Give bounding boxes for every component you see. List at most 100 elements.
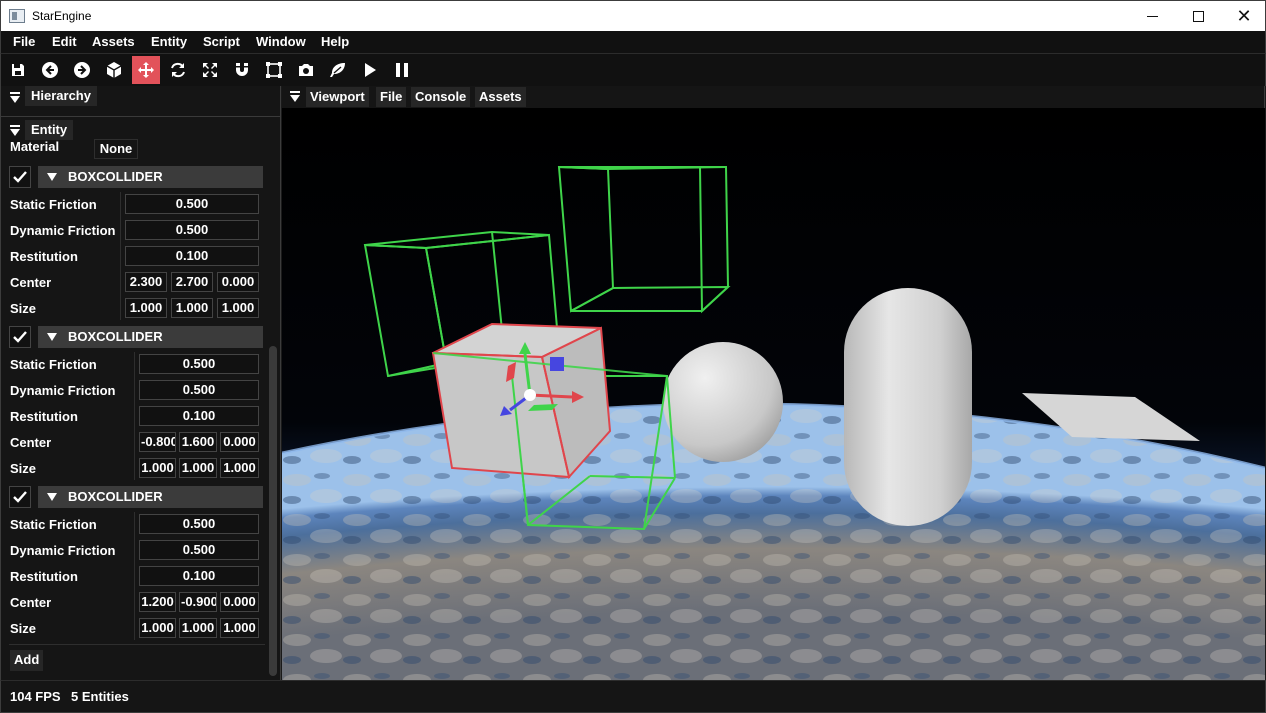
hierarchy-collapse-icon[interactable] xyxy=(10,92,20,103)
component-enabled-checkbox[interactable] xyxy=(9,166,31,188)
move-icon xyxy=(138,62,154,78)
environment-button[interactable] xyxy=(324,56,352,84)
static-friction-field[interactable]: 0.500 xyxy=(139,514,259,534)
menu-entity[interactable]: Entity xyxy=(151,34,187,49)
rotate-icon xyxy=(171,62,185,78)
center-y-field[interactable]: 2.700 xyxy=(171,272,213,292)
dynamic-friction-field[interactable]: 0.500 xyxy=(139,540,259,560)
rotate-tool-button[interactable] xyxy=(164,56,192,84)
center-y-field[interactable]: -0.900 xyxy=(179,592,217,612)
cube-button[interactable] xyxy=(100,56,128,84)
move-tool-button[interactable] xyxy=(132,56,160,84)
static-friction-label: Static Friction xyxy=(10,197,97,212)
material-label: Material xyxy=(10,139,60,154)
camera-icon xyxy=(299,64,313,76)
component-enabled-checkbox[interactable] xyxy=(9,326,31,348)
size-y-field[interactable]: 1.000 xyxy=(179,618,217,638)
menu-bar: File Edit Assets Entity Script Window He… xyxy=(0,31,1266,53)
expand-icon xyxy=(47,493,57,501)
size-label: Size xyxy=(10,301,37,316)
pause-icon xyxy=(396,63,408,77)
center-y-field[interactable]: 1.600 xyxy=(179,432,217,452)
bounds-button[interactable] xyxy=(260,56,288,84)
boxcollider-header[interactable]: BOXCOLLIDER xyxy=(38,326,263,348)
earth-clouds xyxy=(282,404,1265,680)
entity-collapse-icon[interactable] xyxy=(10,125,20,136)
viewport-collapse-icon[interactable] xyxy=(290,91,300,102)
restitution-field[interactable]: 0.100 xyxy=(125,246,259,266)
viewport-scene[interactable] xyxy=(282,108,1265,680)
minimize-button[interactable] xyxy=(1129,1,1175,31)
menu-assets[interactable]: Assets xyxy=(92,34,135,49)
static-friction-field[interactable]: 0.500 xyxy=(139,354,259,374)
panel-divider xyxy=(1,116,280,117)
dynamic-friction-field[interactable]: 0.500 xyxy=(125,220,259,240)
material-field[interactable]: None xyxy=(94,139,138,159)
play-button[interactable] xyxy=(356,56,384,84)
column-divider xyxy=(134,512,135,640)
center-z-field[interactable]: 0.000 xyxy=(220,592,259,612)
center-label: Center xyxy=(10,275,52,290)
add-component-button[interactable]: Add xyxy=(10,650,44,671)
dynamic-friction-label: Dynamic Friction xyxy=(10,223,116,238)
close-button[interactable]: ✕ xyxy=(1221,1,1266,31)
snap-button[interactable] xyxy=(228,56,256,84)
menu-file[interactable]: File xyxy=(13,34,35,49)
screenshot-button[interactable] xyxy=(292,56,320,84)
tab-console[interactable]: Console xyxy=(411,87,471,107)
scale-tool-button[interactable] xyxy=(196,56,224,84)
bounds-icon xyxy=(266,62,282,78)
capsule-entity[interactable] xyxy=(844,288,972,526)
size-y-field[interactable]: 1.000 xyxy=(171,298,213,318)
center-label: Center xyxy=(10,595,52,610)
size-z-field[interactable]: 1.000 xyxy=(220,458,259,478)
center-x-field[interactable]: -0.800 xyxy=(139,432,176,452)
boxcollider-header[interactable]: BOXCOLLIDER xyxy=(38,166,263,188)
viewport-tab-bar: Viewport File Console Assets xyxy=(282,86,1265,108)
dynamic-friction-field[interactable]: 0.500 xyxy=(139,380,259,400)
restitution-field[interactable]: 0.100 xyxy=(139,406,259,426)
menu-script[interactable]: Script xyxy=(203,34,240,49)
menu-edit[interactable]: Edit xyxy=(52,34,77,49)
inspector-scrollbar[interactable] xyxy=(269,346,277,676)
menu-window[interactable]: Window xyxy=(256,34,306,49)
static-friction-field[interactable]: 0.500 xyxy=(125,194,259,214)
size-y-field[interactable]: 1.000 xyxy=(179,458,217,478)
dynamic-friction-label: Dynamic Friction xyxy=(10,383,116,398)
size-x-field[interactable]: 1.000 xyxy=(125,298,167,318)
size-x-field[interactable]: 1.000 xyxy=(139,618,176,638)
status-bar: 104 FPS 5 Entities xyxy=(0,680,1266,713)
restitution-label: Restitution xyxy=(10,249,78,264)
tab-assets[interactable]: Assets xyxy=(475,87,526,107)
back-button[interactable] xyxy=(36,56,64,84)
center-z-field[interactable]: 0.000 xyxy=(220,432,259,452)
hierarchy-tab[interactable]: Hierarchy xyxy=(25,86,97,106)
save-button[interactable] xyxy=(4,56,32,84)
center-x-field[interactable]: 1.200 xyxy=(139,592,176,612)
tab-file[interactable]: File xyxy=(376,87,407,107)
boxcollider-header[interactable]: BOXCOLLIDER xyxy=(38,486,263,508)
title-bar: StarEngine ✕ xyxy=(0,0,1266,31)
tab-viewport[interactable]: Viewport xyxy=(306,87,369,107)
size-label: Size xyxy=(10,621,37,636)
maximize-icon xyxy=(1192,10,1204,22)
restitution-label: Restitution xyxy=(10,569,78,584)
size-x-field[interactable]: 1.000 xyxy=(139,458,176,478)
sphere-entity[interactable] xyxy=(663,342,783,462)
center-x-field[interactable]: 2.300 xyxy=(125,272,167,292)
forward-icon xyxy=(74,62,90,78)
pause-button[interactable] xyxy=(388,56,416,84)
forward-button[interactable] xyxy=(68,56,96,84)
static-friction-label: Static Friction xyxy=(10,517,97,532)
restitution-label: Restitution xyxy=(10,409,78,424)
entity-tab[interactable]: Entity xyxy=(25,120,74,140)
center-z-field[interactable]: 0.000 xyxy=(217,272,259,292)
maximize-button[interactable] xyxy=(1175,1,1221,31)
size-z-field[interactable]: 1.000 xyxy=(217,298,259,318)
menu-help[interactable]: Help xyxy=(321,34,349,49)
center-label: Center xyxy=(10,435,52,450)
component-enabled-checkbox[interactable] xyxy=(9,486,31,508)
toolbar xyxy=(0,53,1266,86)
size-z-field[interactable]: 1.000 xyxy=(220,618,259,638)
restitution-field[interactable]: 0.100 xyxy=(139,566,259,586)
